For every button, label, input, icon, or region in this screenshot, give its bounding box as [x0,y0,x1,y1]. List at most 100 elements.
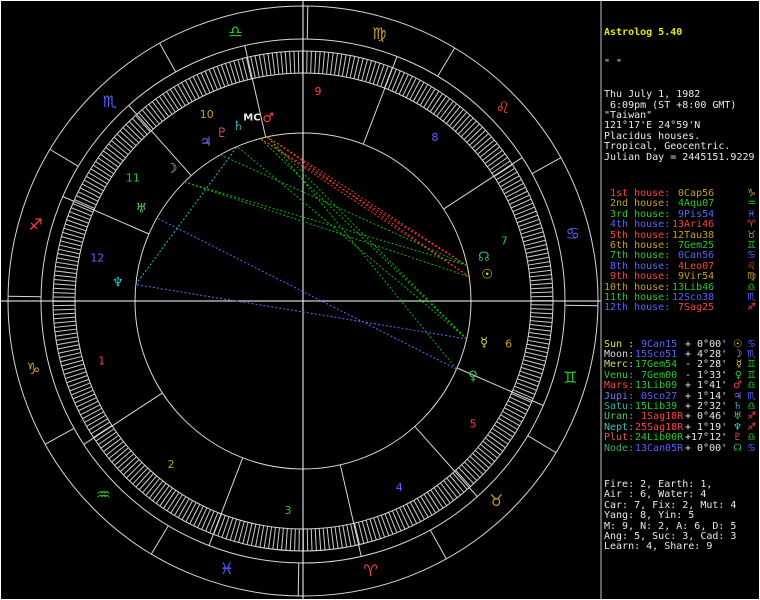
aspect-line-tri [267,136,457,370]
degree-tick [420,496,433,516]
degree-tick [429,93,443,113]
degree-tick [395,508,406,530]
degree-tick [254,55,260,78]
house-label: 9th house: [604,271,671,283]
sign-glyph: ♐ [747,421,758,433]
degree-tick [166,492,180,512]
sign-boundary [527,435,557,454]
degree-tick [53,292,76,294]
aspect-line-tri [267,136,468,340]
degree-tick [53,316,76,320]
zodiac-sign-glyph-Leo: ♌ [496,98,510,117]
degree-tick [192,76,204,97]
sign-boundary [306,6,309,40]
degree-tick [276,52,280,75]
house-label: 12th house: [604,302,671,314]
degree-tick [181,82,193,102]
planet-glyph-Moon: ☽ [166,162,178,177]
degree-tick [514,206,535,216]
zodiac-sign-glyph-Gem: ♊ [563,368,577,387]
degree-tick [500,414,520,427]
degree-tick [197,507,208,528]
degree-tick [90,421,111,435]
degree-tick [402,75,413,97]
degree-tick [245,57,252,80]
planet-row: Node: 13Can05R + 0°00' ☊ ♋ [604,442,758,454]
sign-glyph: ♏ [747,390,758,402]
degree-tick [498,417,518,430]
degree-tick [426,491,440,511]
degree-tick [326,527,330,550]
house-label: 4th house: [604,219,671,231]
degree-tick [510,198,532,209]
degree-tick [255,524,261,547]
degree-tick [395,72,405,93]
info-panel: Astrolog 5.40 " " Thu July 1, 1982 6:09p… [604,7,758,574]
zodiac-sign-glyph-Sco: ♏ [102,92,116,111]
house-cusp-list: 1st house: 0Cap56 ♑ 2nd house: 4Aqu07 ♒ 3r… [604,188,758,314]
degree-tick [326,52,330,75]
degree-tick [322,51,325,74]
planet-latitude: + 0°00' [685,442,728,454]
degree-tick [268,526,273,549]
degree-tick [530,312,553,315]
degree-tick [509,194,530,205]
planet-glyph-Plut: ♇ [216,126,228,141]
degree-tick [528,265,551,270]
house-number-1: 1 [98,354,105,367]
house-number-8: 8 [431,131,438,144]
degree-tick [70,207,92,217]
degree-tick [318,528,322,551]
degree-tick [528,335,551,341]
degree-tick [208,69,218,90]
degree-tick [54,270,77,274]
planet-position: 13Can05R [635,442,684,454]
degree-tick [500,175,520,188]
house-cusp-value: 7Sag25 [672,302,715,314]
degree-tick [529,274,552,278]
degree-tick [58,348,81,354]
degree-tick [430,489,444,509]
degree-tick [330,52,334,75]
degree-tick [322,528,326,551]
planet-glyph-Uran: ♅ [135,202,147,217]
degree-tick [280,51,284,74]
planet-glyph-Node: ☊ [478,250,490,265]
planet-glyph-Nept: ♆ [112,275,124,290]
degree-tick [80,404,101,416]
degree-tick [53,312,76,315]
degree-tick [69,211,91,221]
house-number-11: 11 [126,171,140,184]
degree-tick [285,528,288,551]
degree-tick [503,182,524,195]
house-cusp-line [414,426,478,497]
degree-tick [95,161,115,175]
degree-tick [263,526,269,549]
aspect-line-sex [135,146,238,285]
sign-glyph: ♏ [747,349,758,360]
degree-tick [529,269,552,274]
degree-tick [259,525,265,548]
degree-tick [57,253,80,259]
degree-tick [189,504,201,525]
degree-tick [423,88,436,108]
degree-tick [349,56,356,79]
chart-name: " " [604,58,623,70]
aspect-line-squ [267,136,470,278]
sign-boundary [564,304,598,307]
degree-tick [512,202,534,213]
sign-boundary [437,47,456,77]
degree-tick [90,168,110,181]
degree-tick [212,67,222,89]
sign-boundary [49,148,79,167]
astrolog-window: ♈ ♉ ♊ ♋ ♌ ♍ ♎ ♏ ♐ ♑ ♒ ♓ 1 2 3 4 5 6 7 8 9 10 11 12 ☉ ☽ ☿ ♀ ♂ ♃ ♄ ♅ ♆ ♇ ☊ MC… [0,0,760,600]
house-cusp-line [128,105,192,176]
house-number-10: 10 [200,108,214,121]
planet-name: Node: [604,442,635,454]
house-cusp-line [362,56,398,145]
degree-tick [53,308,76,311]
sign-boundary [44,427,75,445]
degree-tick [530,282,553,286]
degree-tick [54,324,77,328]
degree-tick [267,53,272,76]
